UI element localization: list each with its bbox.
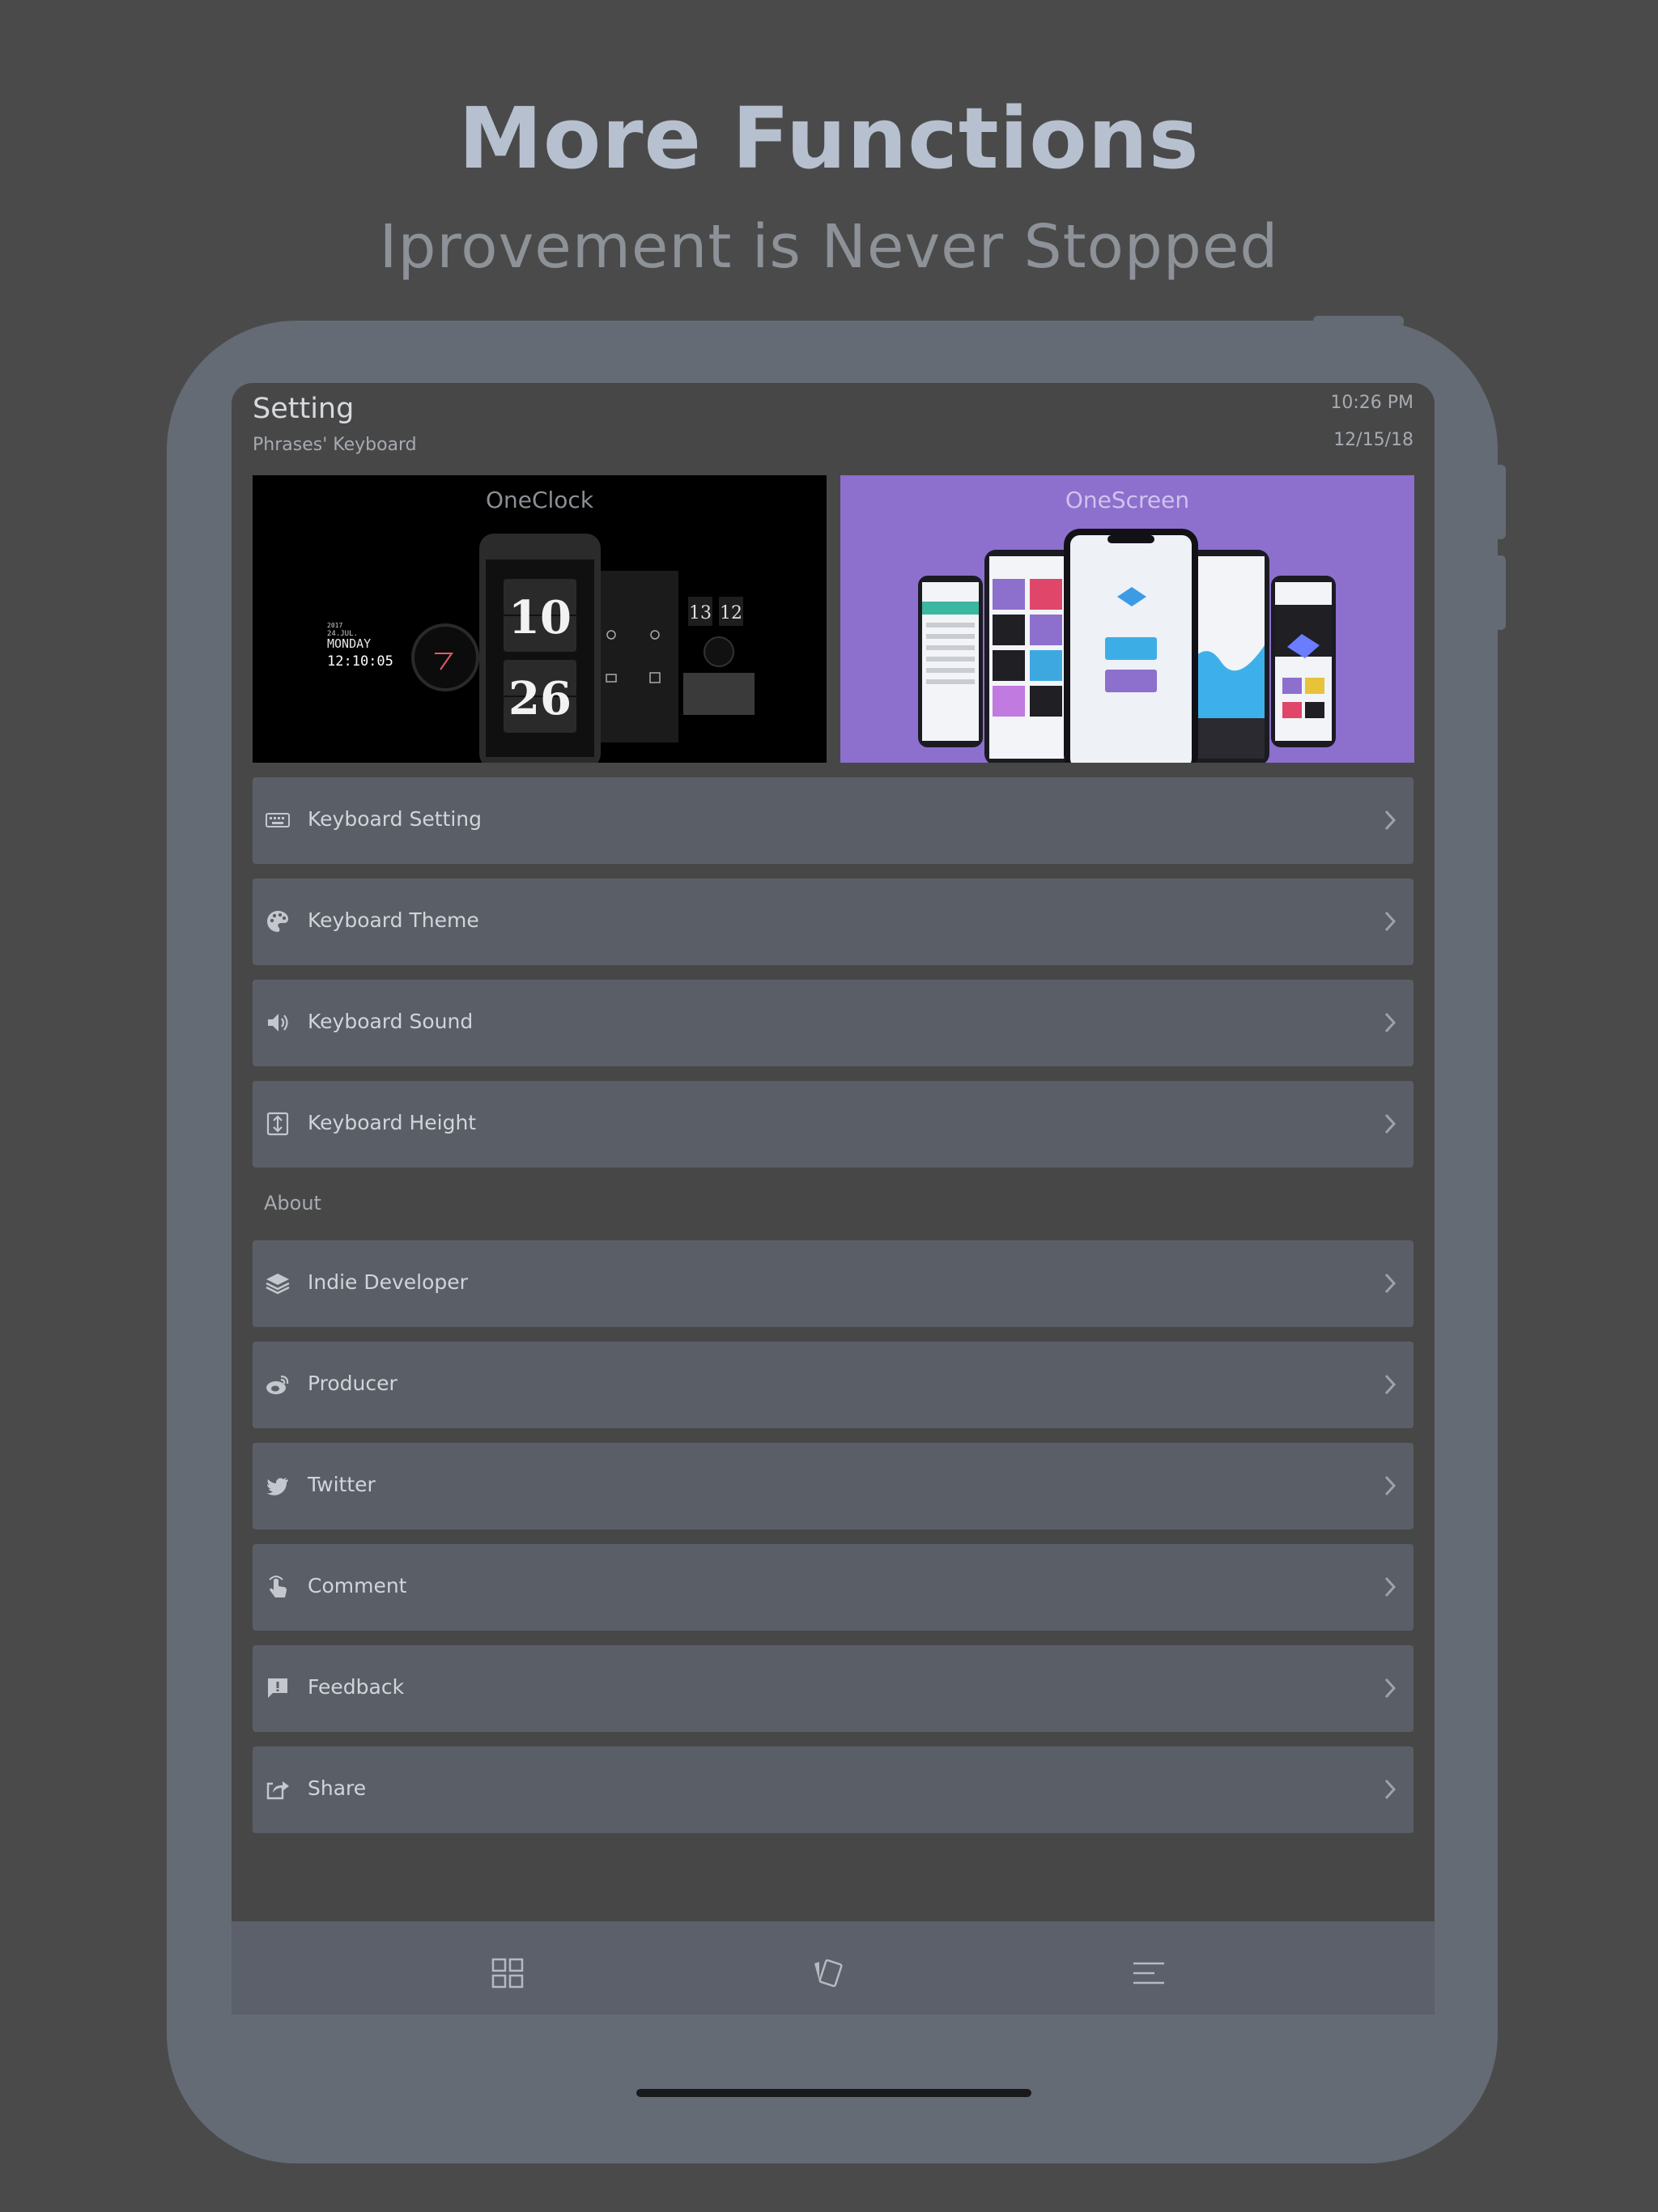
page-subtitle: Phrases' Keyboard [253,435,417,455]
palette-icon [267,911,288,932]
chevron-right-icon [1384,911,1397,932]
oneclock-small-digit-2: 12 [720,603,742,623]
comment-label: Comment [308,1574,407,1597]
chevron-right-icon [1384,1012,1397,1033]
chevron-right-icon [1384,1779,1397,1800]
tap-icon [269,1576,287,1597]
device-volume-up-button [1494,465,1506,539]
app-screen: Setting Phrases' Keyboard 10:26 PM 12/15… [232,383,1435,2014]
twitter-row[interactable]: Twitter [253,1443,1414,1529]
share-icon [266,1781,289,1800]
share-row[interactable]: Share [253,1746,1414,1833]
oneclock-hour-text: 10 [508,591,572,644]
keyboard-height-label: Keyboard Height [308,1111,477,1134]
chevron-right-icon [1384,810,1397,831]
tab-bar [232,1921,1435,2014]
keyboard-sound-label: Keyboard Sound [308,1010,474,1033]
oneclock-small-digit-1: 13 [689,603,712,623]
producer-label: Producer [308,1372,397,1395]
keyboard-theme-row[interactable]: Keyboard Theme [253,878,1414,965]
grid-icon[interactable] [491,1957,525,1989]
device-top-button [1313,316,1404,327]
feedback-label: Feedback [308,1675,405,1699]
feedback-row[interactable]: Feedback [253,1645,1414,1732]
keyboard-icon [266,813,290,827]
keyboard-sound-row[interactable]: Keyboard Sound [253,980,1414,1066]
layers-icon [266,1274,290,1295]
indie-developer-row[interactable]: Indie Developer [253,1240,1414,1327]
feedback-icon [268,1678,287,1698]
twitter-icon [266,1478,288,1495]
chevron-right-icon [1384,1113,1397,1134]
chevron-right-icon [1384,1576,1397,1597]
promo-onescreen[interactable]: OneScreen [840,475,1414,763]
page-title: Setting [253,393,355,425]
home-indicator [636,2089,1031,2097]
height-icon [266,1112,289,1136]
oneclock-day-text: MONDAY [327,636,371,651]
hero-title: More Functions [458,89,1200,188]
chevron-right-icon [1384,1374,1397,1395]
twitter-label: Twitter [308,1473,376,1496]
oneclock-year-text: 2017 [327,622,342,629]
keyboard-height-row[interactable]: Keyboard Height [253,1081,1414,1168]
oneclock-minute-text: 26 [508,672,572,725]
keyboard-setting-label: Keyboard Setting [308,807,482,831]
onescreen-illustration [918,529,1336,763]
comment-row[interactable]: Comment [253,1544,1414,1631]
menu-icon[interactable] [1132,1957,1166,1989]
hero-subtitle: Iprovement is Never Stopped [379,212,1279,282]
about-section-heading: About [264,1192,321,1214]
share-label: Share [308,1776,367,1800]
oneclock-time-text: 12:10:05 [327,653,393,670]
oneclock-illustration: 2017 24.JUL. MONDAY 12:10:05 10 26 13 12 [327,534,755,763]
speaker-icon [268,1014,288,1032]
chevron-right-icon [1384,1678,1397,1699]
status-time: 10:26 PM [1330,393,1414,413]
chevron-right-icon [1384,1273,1397,1294]
device-volume-down-button [1494,555,1506,630]
keyboard-theme-label: Keyboard Theme [308,908,479,932]
keyboard-setting-row[interactable]: Keyboard Setting [253,777,1414,864]
promo-oneclock[interactable]: OneClock 2017 24.JUL. MONDAY 12:10:05 10… [253,475,827,763]
weibo-icon [266,1375,289,1394]
cards-icon[interactable] [811,1957,845,1989]
chevron-right-icon [1384,1475,1397,1496]
status-date: 12/15/18 [1333,430,1414,450]
indie-developer-label: Indie Developer [308,1270,468,1294]
producer-row[interactable]: Producer [253,1342,1414,1428]
